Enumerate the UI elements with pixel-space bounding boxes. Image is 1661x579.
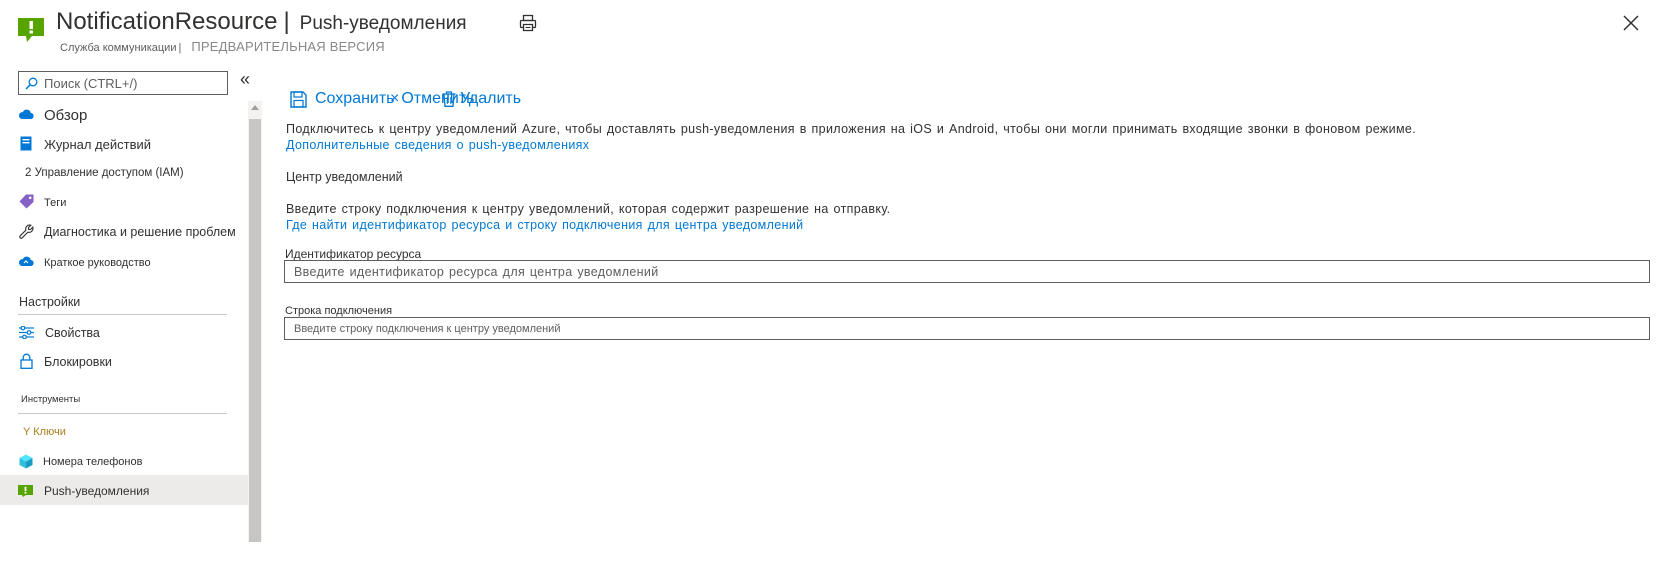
blade-content: Сохранить × Отменить Удалить Подключитес…	[262, 62, 1661, 579]
sidebar-item-locks[interactable]: Блокировки	[0, 346, 248, 376]
cloud-quickstart-icon	[18, 253, 34, 269]
section-heading-notification-hub: Центр уведомлений	[286, 170, 403, 184]
menu-scrollbar[interactable]	[248, 101, 262, 542]
sidebar-item-label: Номера телефонов	[43, 456, 143, 468]
search-icon	[25, 77, 38, 90]
sidebar-item-label: Свойства	[45, 326, 100, 340]
connection-string-label: Строка подключения	[285, 305, 393, 317]
section-header-settings: Настройки	[19, 295, 81, 309]
intro-text: Подключитесь к центру уведомлений Azure,…	[286, 122, 1417, 136]
sidebar-item-activity-log[interactable]: Журнал действий	[0, 128, 248, 158]
blade-subtitle: Служба коммуникации | ПРЕДВАРИТЕЛЬНАЯ ВЕ…	[60, 39, 385, 54]
save-icon	[290, 90, 307, 108]
cloud-icon	[18, 106, 34, 122]
properties-icon	[18, 324, 34, 340]
title-separator: |	[283, 8, 290, 35]
sidebar-item-label: Диагностика и решение проблем	[44, 225, 236, 239]
resource-id-label: Идентификатор ресурса	[285, 247, 422, 261]
sidebar-item-phone-numbers[interactable]: Номера телефонов	[0, 446, 248, 476]
print-icon[interactable]	[519, 14, 537, 32]
connection-string-input[interactable]	[284, 317, 1650, 340]
sidebar-item-iam[interactable]: 2 Управление доступом (IAM)	[0, 157, 248, 187]
save-label: Сохранить	[315, 90, 395, 107]
blade-title: NotificationResource | Push-уведомления	[56, 8, 467, 36]
search-input[interactable]	[44, 75, 214, 91]
close-icon[interactable]	[1622, 14, 1640, 32]
scroll-thumb[interactable]	[249, 119, 261, 542]
blade-header: NotificationResource | Push-уведомления …	[0, 0, 1661, 62]
discard-icon: ×	[390, 90, 400, 107]
resource-name: NotificationResource	[56, 8, 278, 35]
sidebar-item-push-notifications[interactable]: Push-уведомления	[0, 475, 248, 505]
where-to-find-link[interactable]: Где найти идентификатор ресурса и строку…	[286, 218, 803, 232]
learn-more-link[interactable]: Дополнительные сведения о push-уведомлен…	[286, 138, 589, 152]
section-divider	[18, 314, 227, 315]
sidebar-item-label: Теги	[44, 197, 67, 209]
wrench-icon	[18, 223, 34, 239]
section-divider	[18, 413, 227, 414]
service-type: Служба коммуникации	[60, 42, 177, 54]
sidebar-item-diagnose[interactable]: Диагностика и решение проблем	[0, 216, 248, 246]
menu-search[interactable]	[18, 71, 228, 95]
sidebar-item-quickstart[interactable]: Краткое руководство	[0, 246, 248, 276]
lock-icon	[18, 353, 34, 369]
sidebar-item-label: Блокировки	[44, 355, 112, 369]
sidebar-item-tags[interactable]: Теги	[0, 186, 248, 216]
resource-id-input[interactable]	[284, 260, 1650, 283]
sidebar-item-overview[interactable]: Обзор	[0, 99, 248, 129]
trash-icon	[442, 91, 456, 107]
cube-icon	[18, 453, 34, 469]
tag-icon	[18, 193, 34, 209]
collapse-menu-button[interactable]: «	[240, 70, 250, 88]
sidebar-item-label: Push-уведомления	[44, 484, 150, 498]
hub-description: Введите строку подключения к центру увед…	[286, 202, 891, 216]
sidebar-item-label: Краткое руководство	[44, 257, 151, 269]
sidebar-item-keys[interactable]: Y Ключи	[0, 416, 248, 446]
sidebar-item-label: Журнал действий	[44, 137, 152, 152]
delete-button[interactable]: Удалить	[442, 90, 521, 108]
save-button[interactable]: Сохранить	[290, 90, 395, 108]
notification-hub-icon	[18, 18, 44, 42]
sidebar-item-label: 2 Управление доступом (IAM)	[25, 167, 184, 179]
resource-menu: « Обзор Журнал действий 2 Управление дос…	[0, 62, 262, 542]
scroll-up-arrow[interactable]	[251, 105, 259, 110]
activity-log-icon	[18, 135, 34, 151]
blade-name: Push-уведомления	[299, 13, 467, 34]
sidebar-item-label: Y Ключи	[23, 426, 66, 438]
sidebar-item-label: Обзор	[44, 107, 88, 124]
section-header-tools: Инструменты	[21, 394, 81, 405]
subtitle-separator: |	[178, 42, 182, 54]
delete-label: Удалить	[460, 90, 522, 107]
preview-badge: ПРЕДВАРИТЕЛЬНАЯ ВЕРСИЯ	[191, 39, 385, 54]
notification-hub-icon	[18, 482, 34, 498]
sidebar-item-properties[interactable]: Свойства	[0, 317, 248, 347]
